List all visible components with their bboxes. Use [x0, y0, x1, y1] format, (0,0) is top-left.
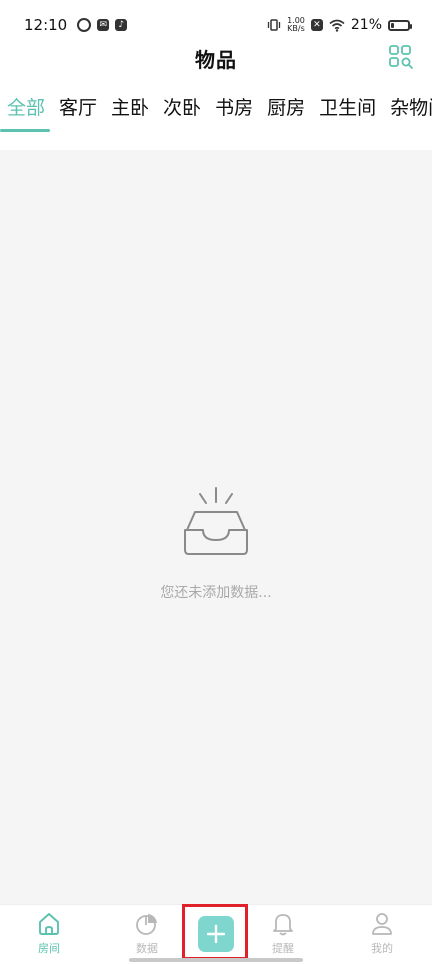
nav-profile[interactable]: 我的 [352, 911, 412, 956]
tab-master-bedroom[interactable]: 主卧 [104, 88, 156, 128]
sim-off-icon: ✕ [310, 19, 323, 31]
battery-percent: 21% [350, 17, 382, 33]
battery-icon [388, 19, 412, 31]
tab-bathroom[interactable]: 卫生间 [312, 88, 383, 128]
vibrate-icon [267, 19, 281, 31]
content-area: 您还未添加数据... [0, 150, 432, 904]
nav-reminders-label: 提醒 [272, 942, 294, 955]
nav-data[interactable]: 数据 [117, 911, 177, 956]
empty-inbox-icon [184, 487, 248, 555]
wifi-icon [329, 19, 345, 32]
nav-rooms[interactable]: 房间 [19, 911, 79, 956]
tab-all[interactable]: 全部 [0, 88, 52, 132]
battery-fill [391, 22, 394, 28]
empty-state: 您还未添加数据... [0, 482, 432, 602]
status-time: 12:10 [24, 16, 68, 34]
tab-living-room[interactable]: 客厅 [52, 88, 104, 128]
add-item-button[interactable] [198, 916, 234, 952]
pie-chart-icon [136, 914, 157, 935]
nav-profile-label: 我的 [371, 942, 393, 955]
category-tabs: 全部 客厅 主卧 次卧 书房 厨房 卫生间 杂物间 [0, 88, 432, 136]
sync-icon [77, 18, 92, 32]
header: 物品 [0, 40, 432, 76]
net-speed-unit: KB/s [287, 24, 305, 33]
page-title: 物品 [195, 48, 237, 72]
tab-storage-room[interactable]: 杂物间 [383, 88, 432, 128]
bell-icon [273, 914, 293, 936]
home-icon [39, 913, 59, 935]
status-left: 12:10 ✉ ♪ [24, 16, 128, 34]
nav-reminders[interactable]: 提醒 [253, 911, 313, 956]
net-speed: 1.00 KB/s [287, 17, 305, 33]
tab-study[interactable]: 书房 [208, 88, 260, 128]
home-indicator[interactable] [129, 958, 303, 962]
tiktok-icon: ♪ [115, 19, 128, 31]
plus-icon [206, 924, 226, 944]
tab-second-bedroom[interactable]: 次卧 [156, 88, 208, 128]
mail-icon: ✉ [97, 19, 110, 31]
tab-kitchen[interactable]: 厨房 [260, 88, 312, 128]
status-right: 1.00 KB/s ✕ 21% [267, 17, 412, 33]
nav-rooms-label: 房间 [38, 942, 60, 955]
user-icon [372, 913, 392, 935]
grid-search-icon[interactable] [388, 44, 414, 70]
empty-state-text: 您还未添加数据... [160, 585, 272, 601]
nav-data-label: 数据 [136, 942, 158, 955]
